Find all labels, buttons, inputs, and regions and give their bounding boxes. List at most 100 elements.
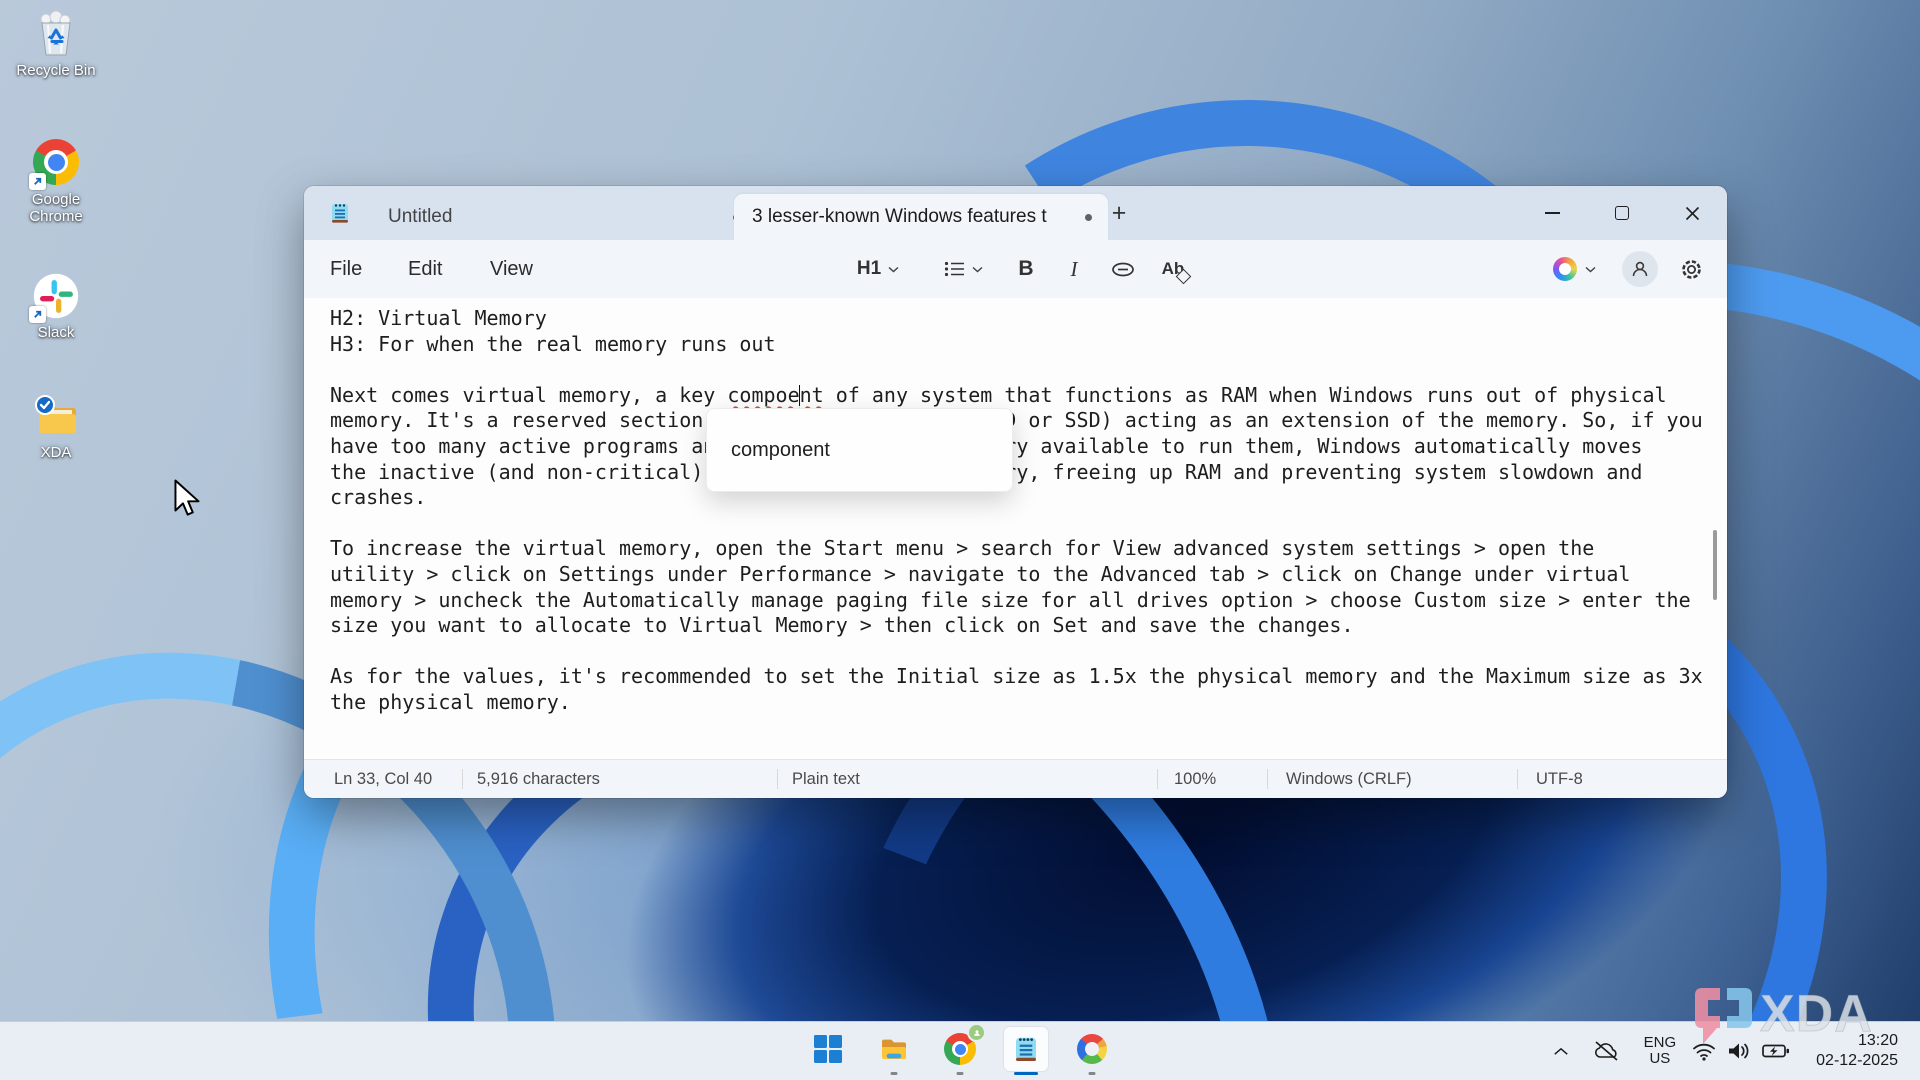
windows-logo-icon [814, 1035, 842, 1063]
battery-charging-icon [1762, 1044, 1790, 1058]
chrome-icon [944, 1023, 986, 1065]
status-bar: Ln 33, Col 40 5,916 characters Plain tex… [304, 759, 1727, 798]
desktop-icon-label: Recycle Bin [16, 62, 96, 79]
editor-line: utility > click on Settings under Perfor… [330, 561, 1631, 586]
file-explorer-icon [882, 1039, 906, 1059]
account-button[interactable] [1622, 251, 1658, 287]
slack-icon [29, 272, 80, 323]
notepad-toolbar: File Edit View H1 B I Ab [304, 240, 1727, 298]
battery-button[interactable] [1760, 1042, 1792, 1060]
chevron-down-icon [1585, 266, 1596, 273]
status-char-count: 5,916 characters [463, 769, 778, 789]
chrome-profile-badge [967, 1023, 986, 1042]
running-indicator [1088, 1072, 1096, 1075]
shortcut-arrow-icon [29, 173, 46, 190]
misspelled-word[interactable]: compoe [727, 383, 799, 407]
minimize-icon [1544, 212, 1560, 214]
status-cursor-position: Ln 33, Col 40 [304, 769, 463, 789]
taskbar-center-icons [806, 1023, 1114, 1075]
hyperlink-button[interactable] [1105, 250, 1141, 288]
editor-scrollbar-thumb[interactable] [1713, 530, 1717, 600]
text-editor-area[interactable]: H2: Virtual Memory H3: For when the real … [304, 298, 1727, 760]
notepad-taskbar-button[interactable] [1004, 1027, 1048, 1075]
editor-lines: H2: Virtual Memory H3: For when the real … [330, 306, 1727, 716]
menu-edit[interactable]: Edit [402, 240, 448, 298]
bold-button[interactable]: B [1008, 250, 1044, 288]
copilot-icon [1553, 257, 1577, 281]
taskbar-clock[interactable]: 13:20 02-12-2025 [1816, 1031, 1898, 1071]
menu-view[interactable]: View [484, 240, 539, 298]
language-indicator[interactable]: ENG US [1644, 1035, 1677, 1067]
notepad-tab-bar: Untitled 3 lesser-known Windows features… [304, 186, 1727, 240]
editor-line: H2: Virtual Memory [330, 306, 547, 330]
editor-line: the inactive (and non-critical) ones to … [330, 459, 1643, 484]
clock-date: 02-12-2025 [1816, 1052, 1898, 1069]
status-doc-type: Plain text [778, 769, 1158, 789]
cloud-off-icon [1594, 1041, 1618, 1061]
language-line2: US [1649, 1050, 1671, 1067]
clear-formatting-button[interactable]: Ab [1151, 250, 1195, 288]
notepad-app-icon [328, 201, 352, 225]
running-indicator [890, 1072, 898, 1075]
window-controls [1517, 186, 1727, 240]
wifi-icon [1693, 1043, 1716, 1061]
unsaved-dot-icon [1085, 213, 1092, 221]
tab-untitled[interactable]: Untitled [364, 194, 756, 240]
editor-line: As for the values, it's recommended to s… [330, 664, 1703, 689]
editor-line: memory. It's a reserved section of the s… [330, 408, 1703, 433]
editor-line: crashes. [330, 485, 427, 510]
italic-button[interactable]: I [1056, 250, 1092, 288]
desktop-icon-recycle-bin[interactable]: Recycle Bin [8, 10, 104, 79]
copilot-button[interactable] [1553, 257, 1596, 281]
tab-active-article[interactable]: 3 lesser-known Windows features t [734, 194, 1108, 240]
heading-label: H1 [856, 258, 882, 279]
editor-line: To increase the virtual memory, open the… [330, 536, 1595, 561]
list-button[interactable] [932, 250, 994, 288]
file-explorer-button[interactable] [872, 1027, 916, 1075]
notepad-icon [1011, 1034, 1041, 1064]
tab-label: 3 lesser-known Windows features t [752, 206, 1047, 227]
status-line-endings: Windows (CRLF) [1268, 769, 1518, 789]
spellcheck-suggestion-popup[interactable]: component [706, 408, 1013, 492]
new-tab-button[interactable]: + [1104, 198, 1134, 228]
editor-line: H3: For when the real memory runs out [330, 331, 776, 356]
language-line1: ENG [1643, 1034, 1677, 1051]
close-button[interactable] [1657, 186, 1727, 240]
desktop-icon-xda-folder[interactable]: XDA [8, 392, 104, 461]
chevron-down-icon [888, 266, 899, 273]
taskbar: ENG US 13:20 02-12-2025 [0, 1021, 1920, 1080]
browser-taskbar-button[interactable] [1070, 1027, 1114, 1075]
desktop-icon-label: Google Chrome [29, 191, 83, 225]
misspelled-word[interactable]: nt [800, 383, 824, 407]
minimize-button[interactable] [1517, 186, 1587, 240]
start-button[interactable] [806, 1027, 850, 1071]
gear-icon [1681, 259, 1701, 279]
editor-line: size you want to allocate to Virtual Mem… [330, 613, 1354, 638]
maximize-button[interactable] [1587, 186, 1657, 240]
tab-label: Untitled [388, 206, 453, 227]
close-icon [1685, 206, 1699, 220]
desktop-icon-label: Slack [37, 324, 75, 341]
chrome-taskbar-button[interactable] [938, 1023, 986, 1075]
chevron-up-icon [1553, 1047, 1568, 1055]
editor-line: have too many active programs and don't … [330, 433, 1643, 458]
desktop-icon-google-chrome[interactable]: Google Chrome [8, 138, 104, 225]
maximize-icon [1615, 206, 1629, 220]
settings-button[interactable] [1673, 251, 1709, 287]
volume-button[interactable] [1725, 1041, 1753, 1061]
menu-file[interactable]: File [324, 240, 368, 298]
heading-style-button[interactable]: H1 [844, 250, 912, 288]
onedrive-paused-button[interactable] [1590, 1040, 1622, 1062]
bullet-list-icon [944, 261, 964, 277]
toolbar-right-tools [1553, 240, 1709, 298]
clock-time: 13:20 [1857, 1032, 1898, 1049]
status-zoom-level[interactable]: 100% [1158, 769, 1268, 789]
desktop-icon-label: XDA [40, 444, 72, 461]
wifi-button[interactable] [1690, 1042, 1718, 1061]
desktop-icon-slack[interactable]: Slack [8, 272, 104, 341]
chevron-down-icon [972, 266, 982, 273]
suggestion-item[interactable]: component [731, 439, 830, 462]
tray-chevron-up-button[interactable] [1548, 1047, 1574, 1056]
